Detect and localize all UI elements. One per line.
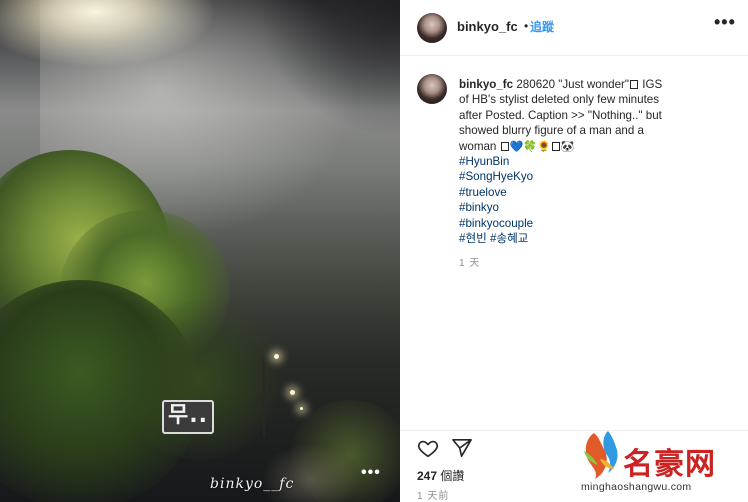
- hashtag-link[interactable]: #SongHyeKyo: [459, 169, 739, 184]
- missing-glyph-icon: [500, 141, 509, 151]
- post-caption: binkyo_fc 280620 "Just wonder" IGS of HB…: [459, 77, 739, 272]
- likes-number: 247: [417, 469, 438, 483]
- photo-watermark: binkyo__fc: [210, 476, 295, 492]
- hashtag-link[interactable]: #binkyocouple: [459, 216, 739, 231]
- clover-emoji: 🍀: [523, 139, 538, 153]
- text-sticker: 무..: [162, 400, 214, 434]
- caption-text: after Posted. Caption >> "Nothing.." but: [459, 108, 662, 122]
- caption-text: showed blurry figure of a man and a: [459, 124, 644, 138]
- post-timestamp: 1 天前: [417, 491, 450, 502]
- caption-text: of HB's stylist deleted only few minutes: [459, 93, 660, 107]
- more-options-icon[interactable]: •••: [714, 12, 736, 33]
- hashtag-link[interactable]: #binkyo: [459, 200, 739, 215]
- send-icon[interactable]: [451, 438, 473, 458]
- street-lamp: [300, 407, 303, 410]
- street-lamp: [290, 390, 295, 395]
- more-dots-icon[interactable]: •••: [361, 464, 381, 482]
- site-logo: 名豪网 minghaoshangwu.com: [575, 425, 748, 502]
- blue-heart-emoji: 💙: [509, 139, 524, 153]
- caption-text: woman: [459, 139, 497, 153]
- hashtag-link[interactable]: #현빈 #송혜교: [459, 231, 739, 246]
- caption-text: 280620 "Just wonder": [516, 78, 630, 91]
- caption-avatar[interactable]: [417, 74, 447, 104]
- likes-count[interactable]: 247 個讚: [417, 467, 464, 484]
- post-header: binkyo_fc • 追蹤 •••: [400, 0, 748, 56]
- sunflower-emoji: 🌻: [537, 139, 551, 153]
- header-separator: •: [524, 19, 529, 33]
- likes-label: 個讚: [437, 469, 465, 483]
- logo-mark-icon: [584, 431, 618, 479]
- post-photo[interactable]: 무.. binkyo__fc •••: [0, 0, 400, 502]
- caption-username[interactable]: binkyo_fc: [459, 78, 513, 91]
- hashtag-link[interactable]: #truelove: [459, 185, 739, 200]
- follow-button[interactable]: 追蹤: [530, 18, 554, 35]
- hashtag-link[interactable]: #HyunBin: [459, 154, 739, 169]
- missing-glyph-icon: [551, 141, 560, 151]
- missing-glyph-icon: [630, 80, 639, 89]
- heart-icon[interactable]: [417, 437, 439, 459]
- avatar[interactable]: [417, 13, 447, 43]
- night-sky: [230, 0, 400, 160]
- caption-text: IGS: [639, 78, 663, 91]
- logo-domain-text: minghaoshangwu.com: [581, 481, 692, 493]
- caption-timestamp: 1 天: [459, 258, 481, 270]
- header-username[interactable]: binkyo_fc: [457, 19, 518, 34]
- street-lamp: [274, 354, 279, 359]
- panda-emoji: 🐼: [560, 139, 575, 153]
- logo-brand-text: 名豪网: [623, 447, 716, 482]
